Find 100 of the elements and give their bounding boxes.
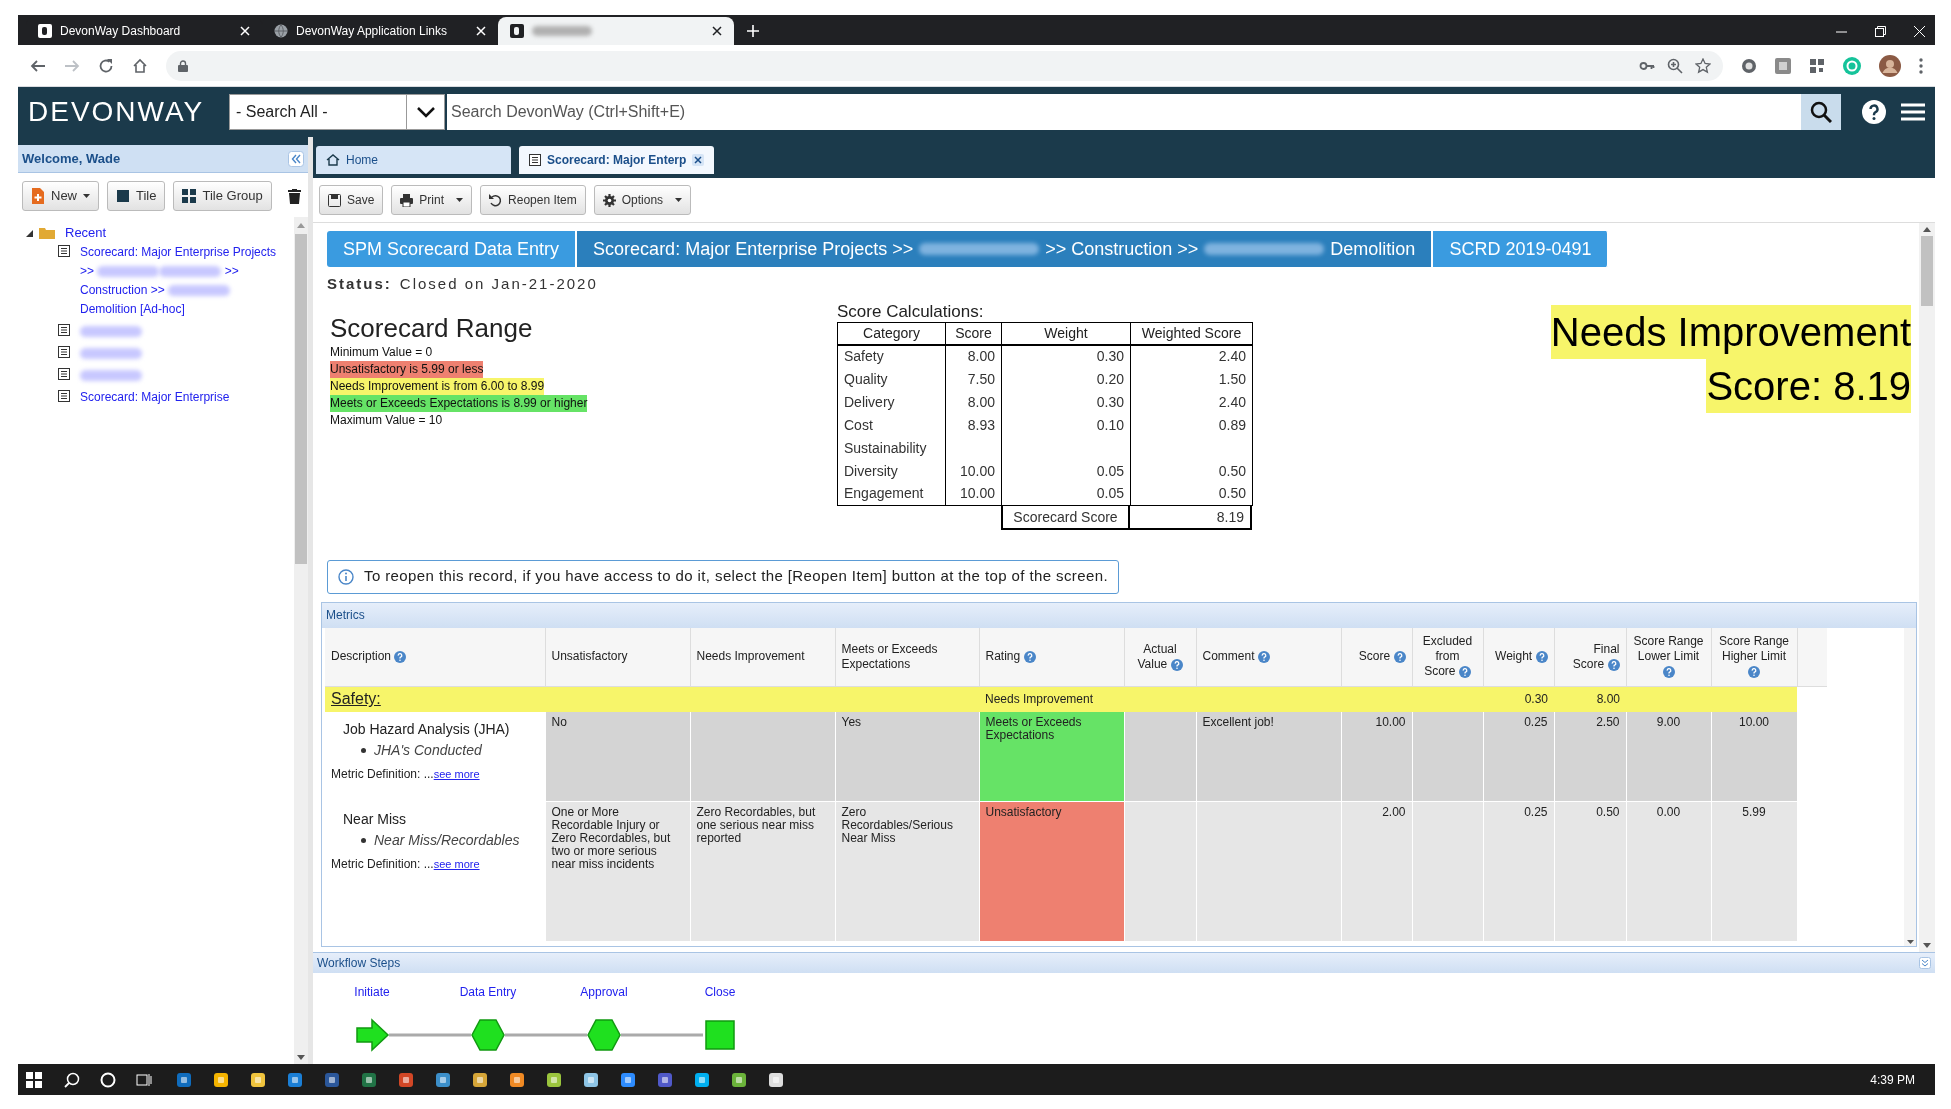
collapse-icon[interactable] — [288, 150, 304, 167]
app-icon[interactable] — [472, 1071, 488, 1088]
blurred-text — [97, 266, 160, 278]
metric-name: Near Miss — [342, 810, 406, 828]
scrollbar-thumb[interactable] — [295, 234, 307, 564]
table-cell: Cost — [837, 413, 946, 437]
breadcrumb-item[interactable]: Scorecard: Major Enterprise Projects >> >> Construction >> Demolition — [577, 231, 1434, 267]
page-tab[interactable]: Home — [316, 146, 511, 174]
extension-icon[interactable] — [1775, 57, 1791, 74]
extension-icon[interactable] — [1741, 57, 1757, 74]
toolbar-button[interactable]: Reopen Item — [480, 185, 586, 215]
app-icon[interactable] — [657, 1071, 673, 1088]
tree-item-link[interactable]: Recent — [65, 223, 107, 243]
app-icon[interactable] — [583, 1071, 599, 1088]
task-view-icon[interactable] — [136, 1071, 152, 1088]
range-title: Scorecard Range — [330, 311, 533, 344]
circle-icon[interactable] — [100, 1071, 116, 1088]
column-header: Score Range Higher Limit — [1711, 627, 1797, 687]
table-cell: Sustainability — [837, 436, 946, 460]
tree-item-link[interactable]: Scorecard: Major Enterprise Projects >> >> Construction >> Demolition [Ad-hoc] — [80, 243, 285, 319]
expander-icon[interactable] — [26, 229, 33, 237]
workflow-step-link[interactable]: Initiate — [354, 983, 390, 1001]
app-icon[interactable] — [287, 1071, 303, 1088]
back-icon[interactable] — [30, 57, 46, 74]
scroll-up-icon[interactable] — [1923, 227, 1931, 232]
extension-icon[interactable] — [1809, 57, 1825, 74]
workflow-step-link[interactable]: Close — [704, 983, 736, 1001]
app-icon[interactable] — [361, 1071, 377, 1088]
hexagon-shape[interactable] — [587, 1019, 621, 1051]
trash-icon[interactable] — [287, 188, 301, 204]
see-more-link[interactable]: see more — [433, 856, 480, 873]
app-icon[interactable] — [546, 1071, 562, 1088]
browser-tab[interactable] — [498, 17, 734, 45]
scroll-down-icon[interactable] — [297, 1055, 305, 1060]
app-icon[interactable] — [324, 1071, 340, 1088]
page-tab[interactable]: Scorecard: Major Enterp — [519, 146, 714, 174]
search-button[interactable] — [1801, 94, 1841, 130]
table-cell: 0.50 — [1130, 482, 1253, 506]
toolbar-button[interactable]: Options — [593, 185, 692, 215]
app-icon[interactable] — [731, 1071, 747, 1088]
more-icon[interactable] — [1919, 57, 1923, 74]
workflow-step-link[interactable]: Approval — [580, 983, 628, 1001]
toolbar-button[interactable]: Print — [391, 185, 473, 215]
address-field[interactable] — [166, 50, 1723, 81]
scroll-down-icon[interactable] — [1923, 943, 1931, 948]
table-cell: Engagement — [837, 482, 946, 506]
table-cell: 10.00 — [1711, 711, 1797, 802]
avatar-icon[interactable] — [1879, 54, 1901, 77]
table-cell: 1.50 — [1130, 367, 1253, 391]
scrollbar[interactable] — [1904, 627, 1916, 946]
app-icon[interactable] — [694, 1071, 710, 1088]
app-icon[interactable] — [768, 1071, 784, 1088]
help-icon[interactable] — [1861, 99, 1887, 125]
workflow-step-link[interactable]: Data Entry — [459, 983, 517, 1001]
table-cell: 8.00 — [945, 390, 1002, 414]
app-icon[interactable] — [398, 1071, 414, 1088]
rating-text: Needs Improvement — [1550, 304, 1911, 359]
table-cell: 0.50 — [1130, 459, 1253, 483]
app-icon[interactable] — [509, 1071, 525, 1088]
star-icon[interactable] — [1695, 57, 1711, 74]
document-icon — [58, 324, 70, 336]
column-header: Needs Improvement — [690, 627, 835, 687]
collapse-icon[interactable] — [1919, 957, 1931, 969]
home-icon[interactable] — [132, 57, 148, 74]
reload-icon[interactable] — [98, 57, 114, 74]
group-row-cell: 0.30 — [1483, 686, 1554, 712]
toolbar-button[interactable]: Save — [319, 185, 384, 215]
scrollbar[interactable] — [294, 217, 308, 1064]
scrollbar[interactable] — [1919, 223, 1935, 952]
column-header: Meets or Exceeds Expectations — [835, 627, 979, 687]
scroll-down-icon[interactable] — [1906, 939, 1914, 944]
app-icon[interactable] — [213, 1071, 229, 1088]
search-field[interactable]: Search DevonWay (Ctrl+Shift+E) — [447, 94, 1801, 130]
table-cell: 0.30 — [1001, 390, 1131, 414]
sidebar-button[interactable]: Tile — [107, 181, 166, 211]
sidebar-button[interactable]: Tile Group — [173, 181, 272, 211]
app-icon[interactable] — [435, 1071, 451, 1088]
app-icon[interactable] — [176, 1071, 192, 1088]
restore-icon[interactable] — [1875, 26, 1886, 37]
windows-icon[interactable] — [26, 1071, 42, 1088]
new-tab-icon[interactable] — [746, 24, 760, 38]
column-header: Rating — [979, 627, 1124, 687]
tree-item-link[interactable]: Scorecard: Major Enterprise — [80, 388, 285, 407]
table-cell: Quality — [837, 367, 946, 391]
menu-icon[interactable] — [1901, 103, 1925, 121]
zoom-icon[interactable] — [1667, 57, 1683, 74]
close-icon[interactable] — [692, 154, 704, 166]
home-icon — [326, 154, 340, 166]
hexagon-shape[interactable] — [471, 1019, 505, 1051]
sidebar-button[interactable]: New — [22, 181, 99, 211]
app-icon[interactable] — [250, 1071, 266, 1088]
arrow-shape[interactable] — [356, 1018, 390, 1052]
search-icon[interactable] — [64, 1071, 80, 1088]
close-icon[interactable] — [712, 26, 722, 36]
app-icon[interactable] — [620, 1071, 636, 1088]
scrollbar-thumb[interactable] — [1921, 236, 1933, 306]
see-more-link[interactable]: see more — [433, 765, 480, 782]
scope-dropdown[interactable]: - Search All - — [229, 94, 445, 130]
table-cell: Unsatisfactory — [979, 801, 1124, 942]
blurred-text — [168, 285, 231, 297]
